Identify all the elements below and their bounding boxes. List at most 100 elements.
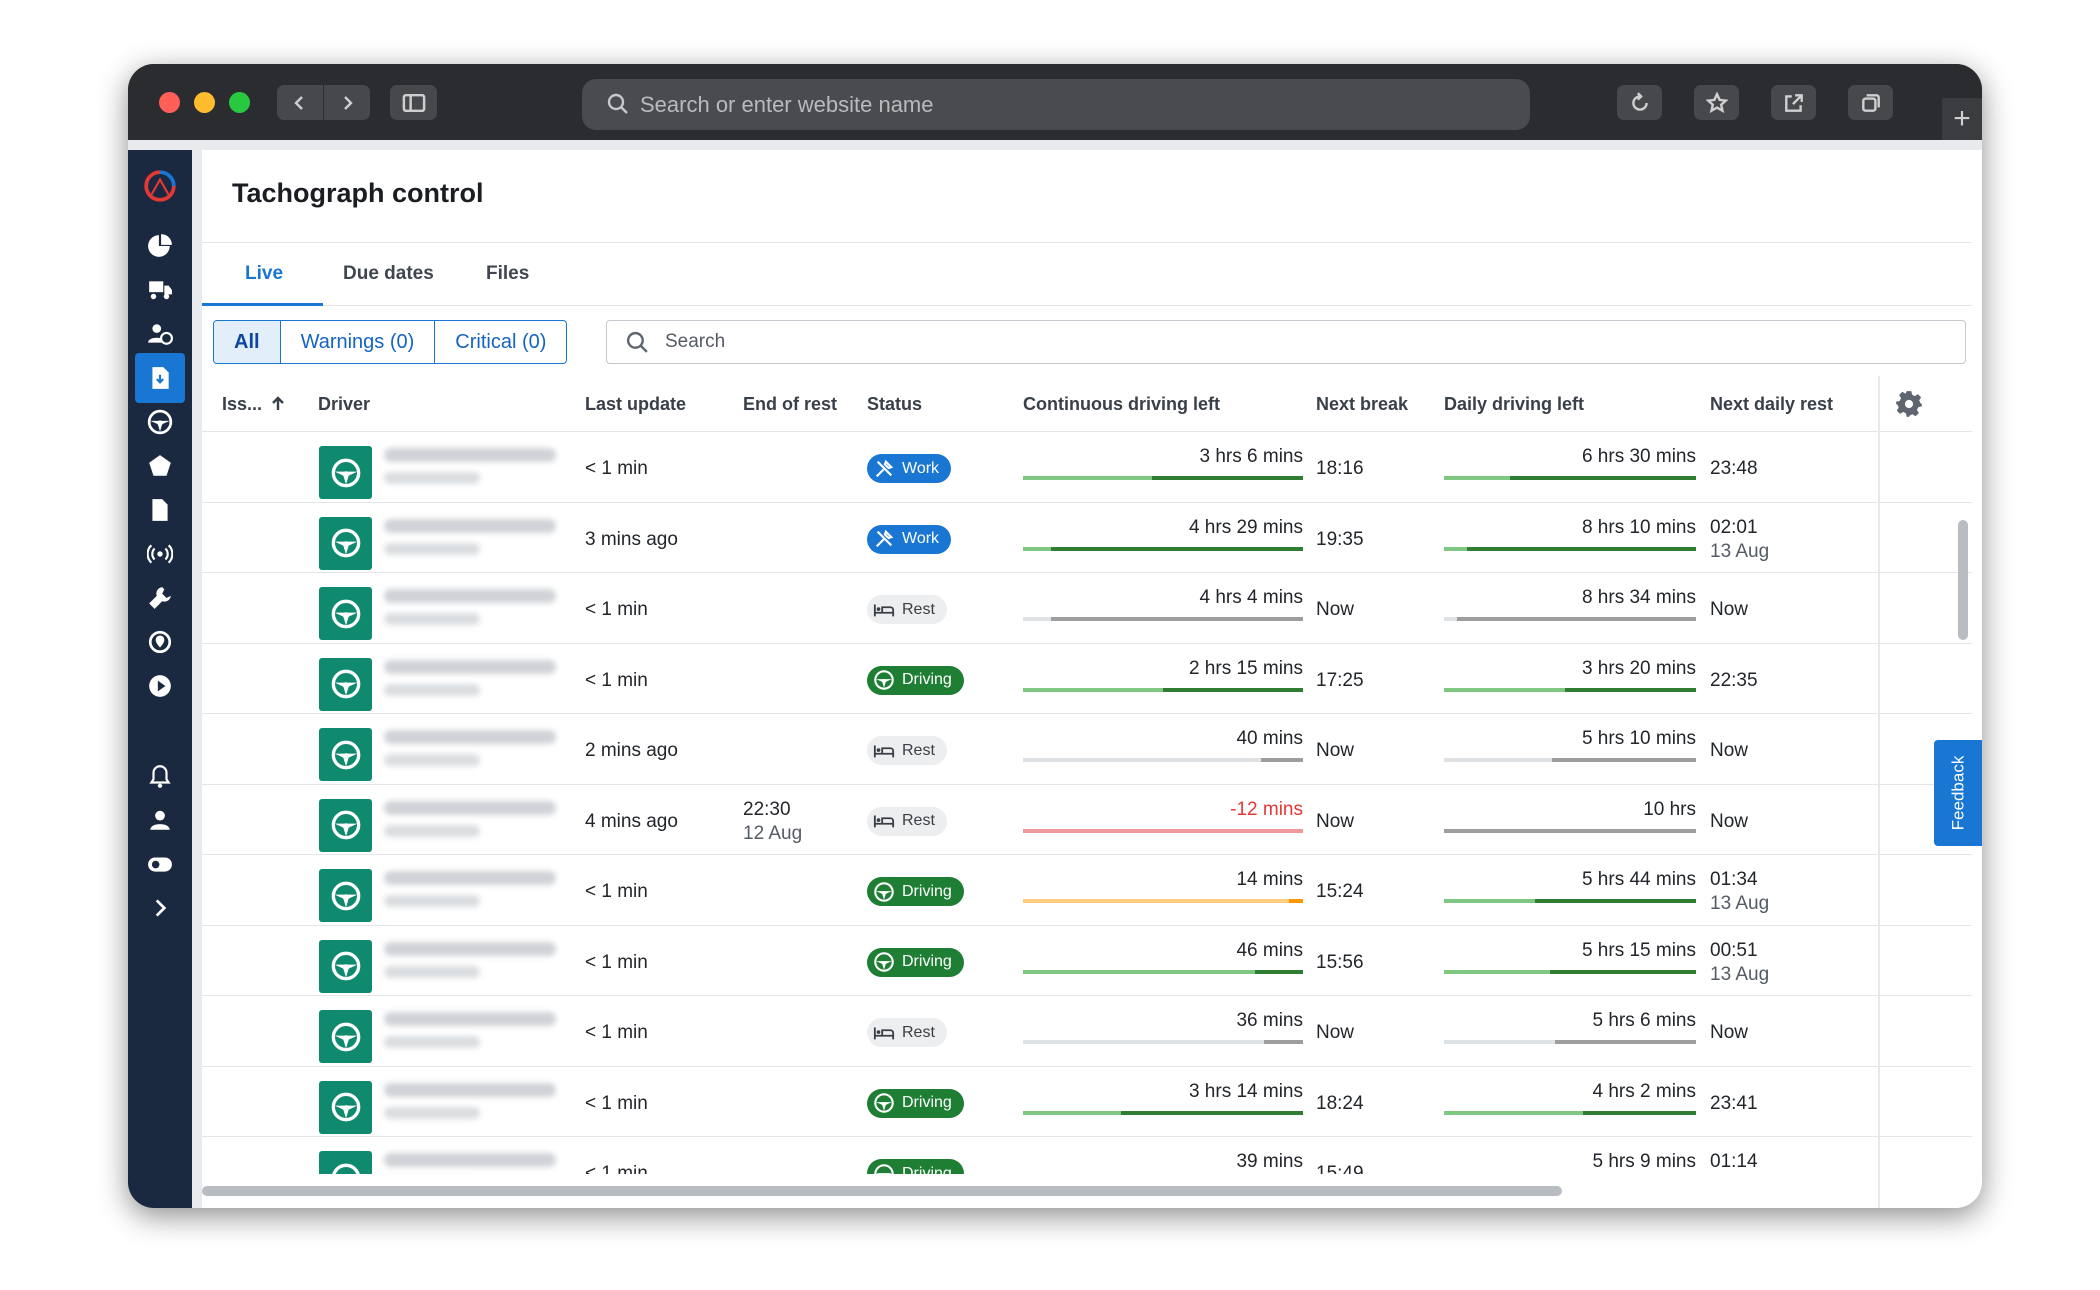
daily-driving-left-value: 10 hrs [1643,798,1696,820]
next-daily-rest-time: 01:34 [1710,869,1758,890]
table-row[interactable]: < 1 min Driving 39 mins 15:49 5 hrs 9 mins 01… [202,1137,1972,1174]
driver-avatar[interactable] [319,446,372,499]
new-tab-button[interactable]: + [1942,98,1982,140]
driver-avatar[interactable] [319,657,372,711]
maximize-window-button[interactable] [229,92,250,113]
driver-id-redacted [384,1106,480,1119]
column-header-daily-driving-left[interactable]: Daily driving left [1444,394,1584,415]
table-row[interactable]: 4 mins ago 22:30 12 Aug Rest -12 mins Now 10 h… [202,785,1972,855]
continuous-driving-progress-bar [1023,476,1303,480]
pentagon-zone-icon[interactable] [140,446,180,486]
column-header-end-of-rest[interactable]: End of rest [743,394,837,415]
driver-name-redacted [384,800,556,815]
sort-ascending-icon [272,396,284,410]
table-row[interactable]: < 1 min Driving 14 mins 15:24 5 hrs 44 mins 0… [202,855,1972,926]
column-header-next-break[interactable]: Next break [1316,394,1408,415]
next-break-value: 15:56 [1316,951,1364,973]
column-header-issues[interactable]: Iss... [222,394,286,415]
feedback-button[interactable]: Feedback [1934,740,1982,846]
driver-assign-icon[interactable] [140,314,180,354]
settings-toggle-icon[interactable] [140,844,180,884]
logo-icon[interactable] [140,166,180,206]
next-break-value: 15:24 [1316,881,1364,902]
steering-wheel-icon[interactable] [140,402,180,442]
bookmark-button[interactable] [1694,85,1739,120]
filter-warnings-button[interactable]: Warnings (0) [281,321,436,363]
status-badge: Driving [867,947,964,977]
minimize-window-button[interactable] [194,92,215,113]
table-row[interactable]: < 1 min Work 3 hrs 6 mins 18:16 6 hrs 30 min… [202,432,1972,503]
last-update-value: < 1 min [585,1163,648,1174]
column-header-driver[interactable]: Driver [318,394,370,415]
driver-avatar[interactable] [319,1151,372,1174]
forward-button[interactable] [324,85,370,120]
daily-driving-elapsed-fill [1444,899,1535,903]
search-input[interactable]: Search [606,320,1966,364]
tab-files[interactable]: Files [486,263,529,285]
table-row[interactable]: < 1 min Driving 3 hrs 14 mins 18:24 4 hrs 2 … [202,1067,1972,1137]
reload-button[interactable] [1617,85,1662,120]
share-button[interactable] [1771,85,1816,120]
continuous-driving-left-value: -12 mins [1230,798,1303,820]
tab-due-dates[interactable]: Due dates [343,263,434,285]
column-header-next-daily-rest[interactable]: Next daily rest [1710,394,1833,415]
active-tab-indicator [202,303,323,306]
column-header-status[interactable]: Status [867,394,922,415]
document-icon[interactable] [140,490,180,530]
table-row[interactable]: < 1 min Driving 2 hrs 15 mins 17:25 3 hrs 20… [202,644,1972,714]
driver-avatar[interactable] [319,1010,372,1063]
vertical-scrollbar[interactable] [1958,520,1968,640]
continuous-driving-left-value: 39 mins [1236,1151,1303,1172]
tools-icon [875,529,894,548]
address-bar[interactable]: Search or enter website name [582,79,1530,130]
last-update-value: < 1 min [585,599,648,620]
table-row[interactable]: 3 mins ago Work 4 hrs 29 mins 19:35 8 hrs 10… [202,503,1972,573]
user-icon[interactable] [140,800,180,840]
horizontal-scrollbar[interactable] [202,1186,1562,1196]
daily-driving-elapsed-fill [1444,1040,1555,1044]
chevron-right-icon[interactable] [140,888,180,928]
column-header-continuous-driving-left[interactable]: Continuous driving left [1023,394,1220,415]
driver-avatar[interactable] [319,798,372,852]
daily-driving-left-value: 4 hrs 2 mins [1592,1080,1696,1102]
filter-critical-button[interactable]: Critical (0) [435,321,566,363]
tabs-overview-button[interactable] [1848,85,1893,120]
bell-icon[interactable] [140,756,180,796]
daily-driving-left-value: 5 hrs 15 mins [1581,939,1696,961]
steering-wheel-icon [874,1163,894,1174]
column-header-last-update[interactable]: Last update [585,394,686,415]
table-row[interactable]: < 1 min Driving 46 mins 15:56 5 hrs 15 mins 0… [202,926,1972,996]
pie-chart-icon[interactable] [140,226,180,266]
daily-driving-progress-bar [1444,1040,1696,1044]
share-icon [1784,93,1803,112]
driver-avatar[interactable] [319,516,372,570]
close-window-button[interactable] [159,92,180,113]
driver-avatar[interactable] [319,728,372,781]
table-row[interactable]: 2 mins ago Rest 40 mins Now 5 hrs 10 mins Now [202,714,1972,785]
signal-icon[interactable] [140,534,180,574]
table-row[interactable]: < 1 min Rest 4 hrs 4 mins Now 8 hrs 34 mins N… [202,573,1972,644]
filter-all-button[interactable]: All [214,321,281,363]
vehicles-icon[interactable] [140,270,180,310]
sidebar-toggle-button[interactable] [390,85,437,120]
daily-driving-elapsed-fill [1444,476,1510,480]
driver-avatar[interactable] [319,587,372,640]
tachograph-download-icon[interactable] [135,353,185,403]
driver-avatar[interactable] [319,869,372,922]
driver-name-redacted [384,589,556,603]
location-target-icon[interactable] [140,622,180,662]
back-button[interactable] [277,85,324,120]
daily-driving-progress-bar [1444,1110,1696,1115]
driver-avatar[interactable] [319,1080,372,1134]
column-settings-button[interactable] [1895,390,1923,418]
table-row[interactable]: < 1 min Rest 36 mins Now 5 hrs 6 mins Now [202,996,1972,1067]
tab-live[interactable]: Live [245,263,283,285]
end-of-rest-time: 22:30 [743,798,791,820]
last-update-value: < 1 min [585,1022,648,1043]
daily-driving-used-fill [1444,828,1696,833]
play-icon[interactable] [140,666,180,706]
daily-driving-progress-bar [1444,687,1696,692]
wrench-icon[interactable] [140,578,180,618]
status-label: Work [902,530,940,547]
driver-avatar[interactable] [319,939,372,993]
